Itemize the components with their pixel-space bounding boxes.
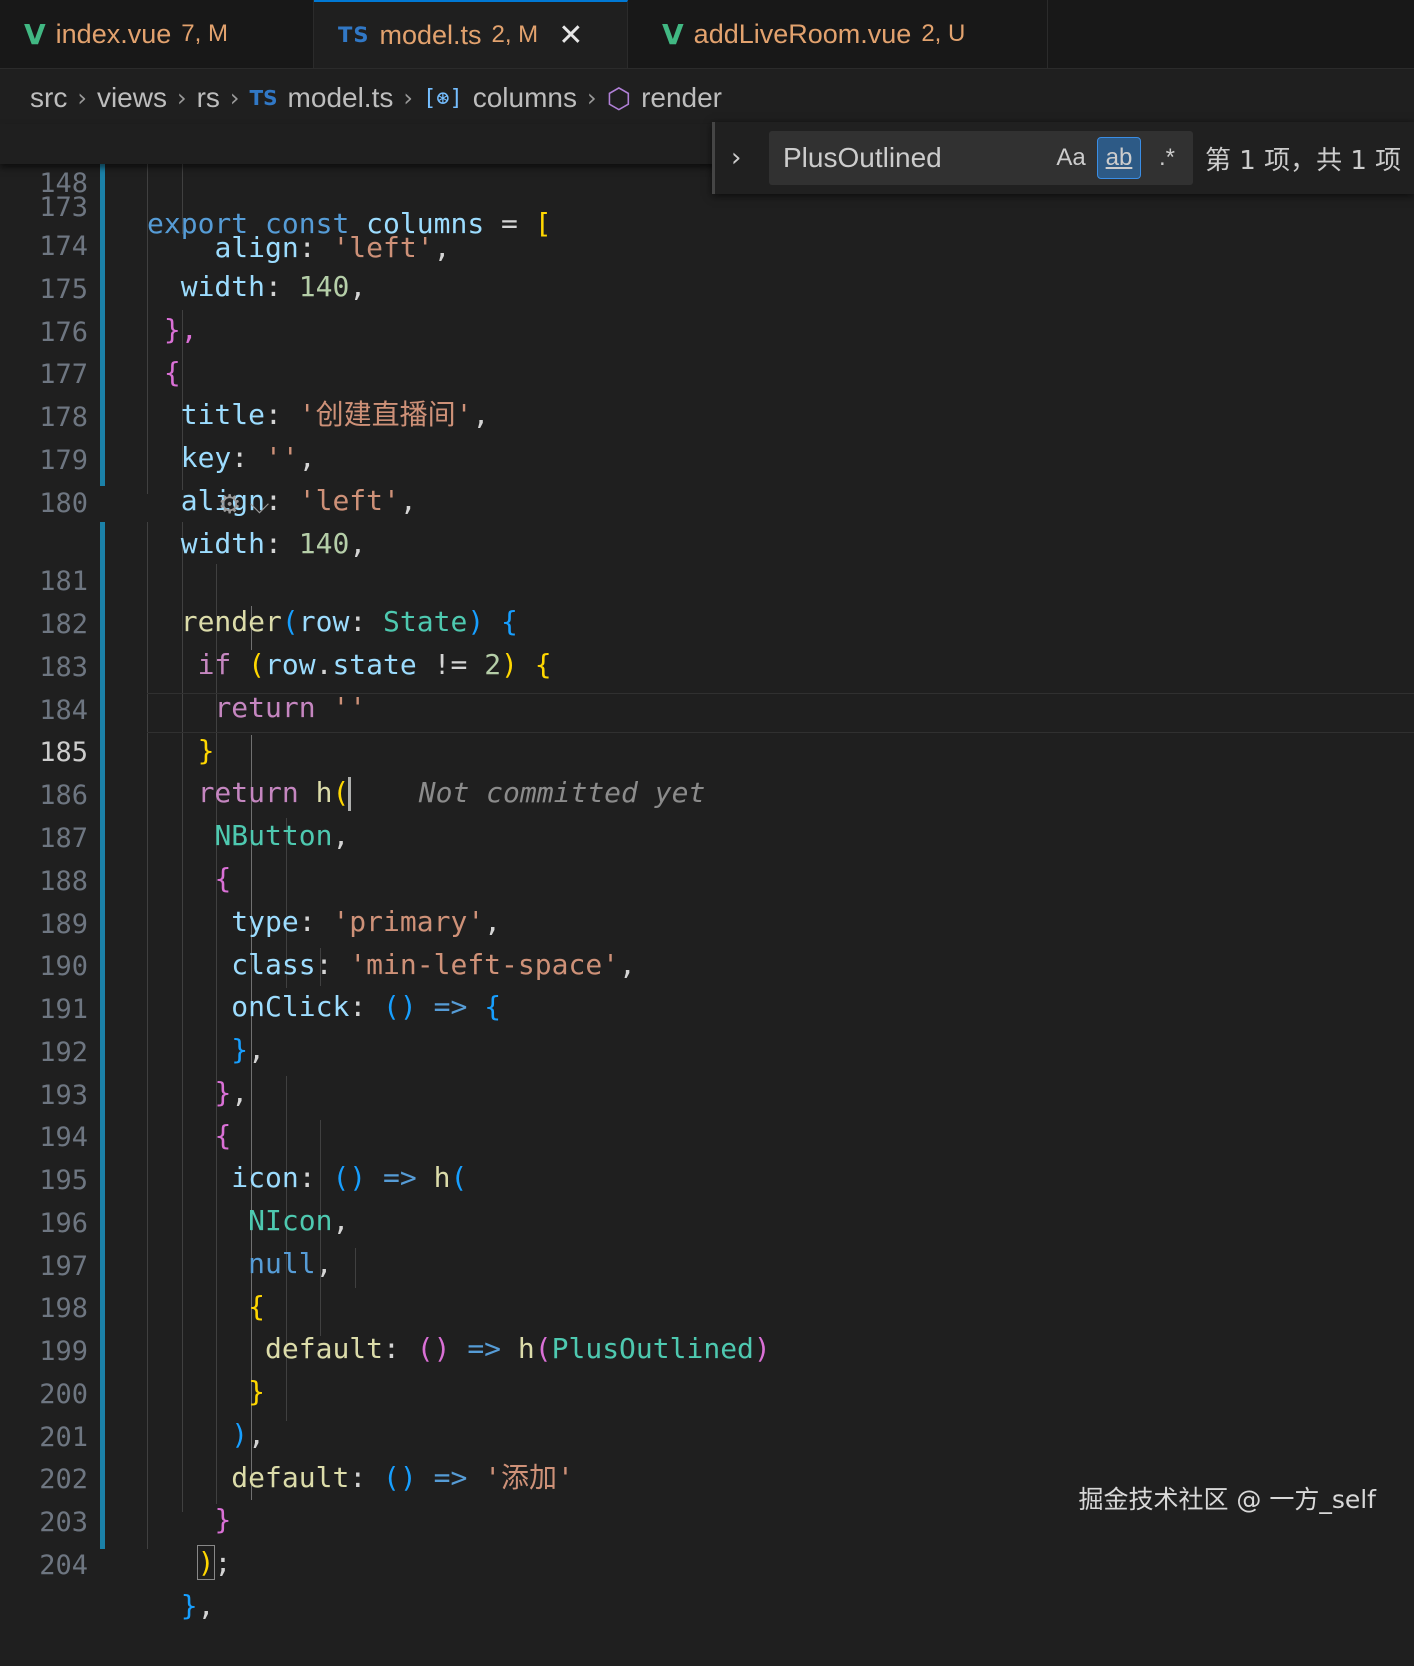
whole-word-toggle[interactable]: ab <box>1097 137 1141 179</box>
code-line: 177 title: '创建直播间', <box>0 315 1414 431</box>
identifier: columns <box>366 207 485 240</box>
keyword: const <box>265 207 350 240</box>
tab-label: addLiveRoom.vue <box>693 18 912 49</box>
copilot-icon[interactable]: ⚙ ⌵ <box>218 490 269 521</box>
code-line: 191 }, <box>0 950 1414 1066</box>
breadcrumb-item-src[interactable]: src <box>30 82 67 114</box>
code-line: 196 null, <box>0 1164 1414 1280</box>
line-number: 180 <box>39 488 88 519</box>
code-line: 201 default: () => '添加' <box>0 1378 1414 1494</box>
code-line: 202 } <box>0 1420 1414 1536</box>
code-line: 199 } <box>0 1292 1414 1408</box>
vue-file-icon: V <box>24 17 46 51</box>
chevron-right-icon: › <box>77 84 87 112</box>
code-line: 179 align: 'left', <box>0 401 1414 517</box>
code-line: 183 return '' <box>0 608 1414 724</box>
regex-toggle[interactable]: .* <box>1145 137 1189 179</box>
code-line: 182 if (row.state != 2) { <box>0 565 1414 681</box>
match-case-toggle[interactable]: Aa <box>1049 137 1093 179</box>
breadcrumb-item-model-ts[interactable]: model.ts <box>288 82 394 114</box>
code-line: 193 { <box>0 1036 1414 1152</box>
chevron-right-icon: › <box>403 84 413 112</box>
breadcrumb-item-columns[interactable]: columns <box>473 82 577 114</box>
vue-file-icon: V <box>662 17 684 51</box>
code-line: 195 NIcon, <box>0 1121 1414 1237</box>
breadcrumb-item-render[interactable]: render <box>641 82 722 114</box>
bracket: ) <box>196 1545 216 1580</box>
code-line: 184 } <box>0 651 1414 767</box>
code-line: 186 NButton, <box>0 736 1414 852</box>
typescript-file-icon: TS <box>249 86 278 110</box>
codelens-action[interactable]: ⚙ ⌵ <box>218 486 269 524</box>
tab-label: index.vue <box>55 18 172 49</box>
tab-index-vue[interactable]: V index.vue 7, M <box>0 0 314 68</box>
keyword: export <box>147 207 249 240</box>
chevron-right-icon: › <box>176 84 187 112</box>
line-number: 204 <box>39 1550 88 1581</box>
string: 'left' <box>298 484 400 517</box>
code-line: 198 default: () => h(PlusOutlined) <box>0 1249 1414 1365</box>
breadcrumb: src › views › rs › TS model.ts › [⊛] col… <box>0 69 1414 127</box>
find-result-count: 第 1 项，共 1 项 <box>1205 145 1402 176</box>
chevron-right-icon: › <box>587 84 597 112</box>
code-line-current: 185 return h( Not committed yet <box>0 693 1414 811</box>
find-widget: › PlusOutlined Aa ab .* 第 1 项，共 1 项 <box>712 122 1414 194</box>
editor-tab-bar: V index.vue 7, M TS model.ts 2, M ✕ V ad… <box>0 0 1414 69</box>
code-line: 178 key: '', <box>0 358 1414 474</box>
bracket: [ <box>534 207 552 240</box>
tab-addliveroom-vue[interactable]: V addLiveRoom.vue 2, U <box>628 0 1048 68</box>
find-input-value[interactable]: PlusOutlined <box>783 142 1049 174</box>
code-line: 190 onClick: () => { <box>0 907 1414 1023</box>
code-line: 197 { <box>0 1207 1414 1323</box>
chevron-right-icon[interactable]: › <box>731 143 755 173</box>
chevron-right-icon: › <box>229 84 240 112</box>
code-line: 187 { <box>0 779 1414 895</box>
tab-model-ts[interactable]: TS model.ts 2, M ✕ <box>314 0 628 68</box>
find-input[interactable]: PlusOutlined Aa ab .* <box>769 131 1193 185</box>
code-line: 200 ), <box>0 1335 1414 1451</box>
operator: = <box>484 207 535 240</box>
code-line: 194 icon: () => h( <box>0 1078 1414 1194</box>
tab-problem-badge: 7, M <box>181 20 228 47</box>
code-line: 192 }, <box>0 993 1414 1109</box>
tab-problem-badge: 2, M <box>491 21 539 48</box>
code-line: 189 class: 'min-left-space', <box>0 865 1414 981</box>
bracket: } <box>180 1589 198 1622</box>
tab-problem-badge: 2, U <box>921 20 966 47</box>
breadcrumb-item-views[interactable]: views <box>97 82 167 114</box>
watermark: 掘金技术社区 @ 一方_self <box>1078 1485 1376 1514</box>
code-line: 188 type: 'primary', <box>0 822 1414 938</box>
tab-label: model.ts <box>379 19 482 50</box>
variable-symbol-icon: [⊛] <box>422 85 463 111</box>
code-line: 181 render(row: State) { <box>0 522 1414 638</box>
breadcrumb-item-rs[interactable]: rs <box>197 82 220 114</box>
method-symbol-icon: ⬡ <box>606 81 632 115</box>
code-line: 180 width: 140, <box>0 444 1414 560</box>
line-number: 148 <box>39 168 88 199</box>
typescript-file-icon: TS <box>338 23 370 47</box>
code-line: 176 { <box>0 273 1414 389</box>
close-icon[interactable]: ✕ <box>558 18 583 53</box>
